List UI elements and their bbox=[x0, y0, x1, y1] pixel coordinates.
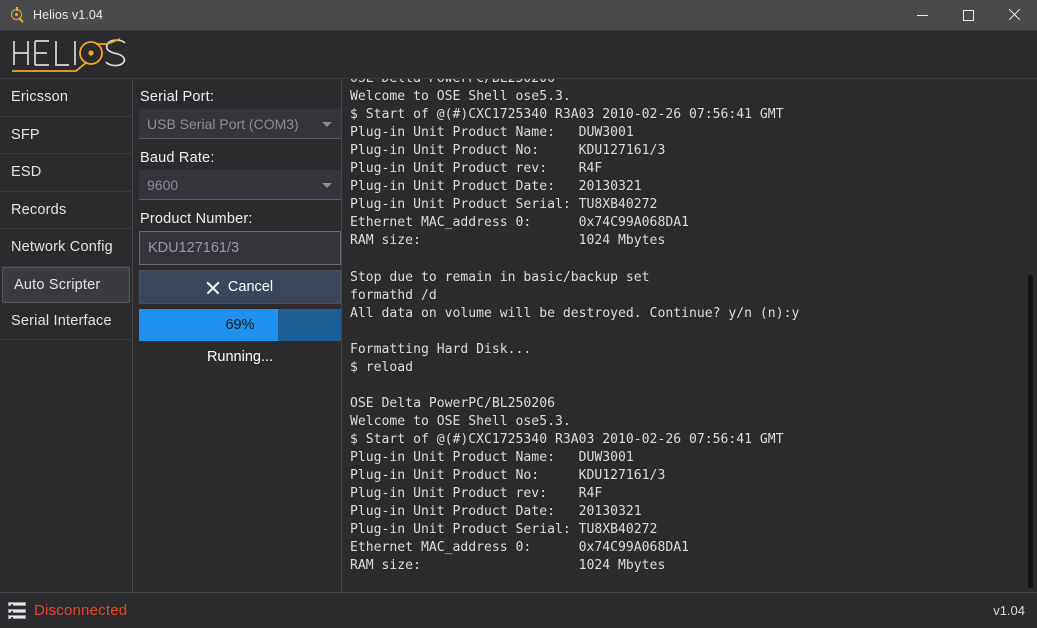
baud-rate-select[interactable]: 9600 bbox=[139, 170, 341, 200]
close-x-icon bbox=[207, 281, 219, 293]
terminal-panel: OSE Delta PowerPC/BL250206Welcome to OSE… bbox=[341, 79, 1037, 592]
sidebar-item-auto-scripter[interactable]: Auto Scripter bbox=[2, 266, 130, 303]
terminal-scrollbar[interactable] bbox=[1023, 79, 1037, 592]
chevron-down-icon bbox=[322, 183, 332, 188]
connection-status: Disconnected bbox=[34, 602, 128, 619]
terminal-line: Plug-in Unit Product Date: 20130321 bbox=[350, 179, 642, 195]
sidebar-item-network-config[interactable]: Network Config bbox=[0, 229, 132, 267]
status-bar: Disconnected v1.04 bbox=[0, 592, 1037, 628]
terminal-line: $ reload bbox=[350, 359, 414, 375]
terminal-line: Plug-in Unit Product No: KDU127161/3 bbox=[350, 143, 666, 159]
helios-logo bbox=[12, 38, 126, 72]
terminal-line: Plug-in Unit Product Serial: TU8XB40272 bbox=[350, 522, 658, 538]
baud-rate-label: Baud Rate: bbox=[140, 150, 215, 166]
terminal-output[interactable]: OSE Delta PowerPC/BL250206Welcome to OSE… bbox=[342, 79, 1023, 592]
run-status-label: Running... bbox=[206, 349, 274, 365]
helios-target-icon bbox=[9, 7, 25, 23]
progress-bar-label: 69% bbox=[225, 317, 255, 333]
control-panel: Serial Port: USB Serial Port (COM3) Baud… bbox=[133, 79, 341, 592]
serial-port-value: USB Serial Port (COM3) bbox=[147, 115, 299, 132]
minimize-icon bbox=[916, 14, 928, 16]
terminal-line: Plug-in Unit Product Serial: TU8XB40272 bbox=[350, 197, 658, 213]
terminal-line: Plug-in Unit Product rev: R4F bbox=[350, 486, 603, 502]
sidebar-item-label: Records bbox=[11, 201, 67, 218]
terminal-line: OSE Delta PowerPC/BL250206 bbox=[350, 395, 555, 411]
terminal-line: $ Start of @(#)CXC1725340 R3A03 2010-02-… bbox=[350, 431, 784, 447]
product-number-input[interactable]: KDU127161/3 bbox=[139, 231, 341, 265]
serial-port-label: Serial Port: bbox=[140, 89, 215, 105]
sidebar-item-records[interactable]: Records bbox=[0, 192, 132, 229]
minimize-button[interactable] bbox=[899, 0, 945, 31]
terminal-line: Plug-in Unit Product Name: DUW3001 bbox=[350, 449, 634, 465]
terminal-line: Ethernet MAC_address 0: 0x74C99A068DA1 bbox=[350, 215, 689, 231]
sidebar-item-esd[interactable]: ESD bbox=[0, 154, 132, 192]
terminal-line: OSE Delta PowerPC/BL250206 bbox=[350, 79, 1023, 88]
server-rack-icon bbox=[8, 602, 26, 619]
main-body: Ericsson SFP ESD Records Network Config … bbox=[0, 78, 1037, 592]
close-button[interactable] bbox=[991, 0, 1037, 31]
maximize-button[interactable] bbox=[945, 0, 991, 31]
application-window: Helios v1.04 Ericsson SFP ESD Records Ne… bbox=[0, 0, 1037, 628]
sidebar-item-label: Auto Scripter bbox=[14, 276, 101, 293]
product-number-value: KDU127161/3 bbox=[148, 240, 240, 256]
terminal-line: Plug-in Unit Product rev: R4F bbox=[350, 161, 603, 177]
terminal-line: All data on volume will be destroyed. Co… bbox=[350, 305, 800, 321]
sidebar-item-serial-interface[interactable]: Serial Interface bbox=[0, 303, 132, 340]
sidebar-item-ericsson[interactable]: Ericsson bbox=[0, 79, 132, 117]
sidebar-item-label: Serial Interface bbox=[11, 312, 112, 329]
sidebar-item-label: ESD bbox=[11, 164, 42, 181]
cancel-button[interactable]: Cancel bbox=[139, 270, 341, 304]
terminal-line: $ Start of @(#)CXC1725340 R3A03 2010-02-… bbox=[350, 107, 784, 123]
terminal-line: Welcome to OSE Shell ose5.3. bbox=[350, 413, 571, 429]
terminal-line: Plug-in Unit Product Name: DUW3001 bbox=[350, 125, 634, 141]
chevron-down-icon bbox=[322, 122, 332, 127]
sidebar-item-label: Ericsson bbox=[11, 89, 69, 106]
title-bar: Helios v1.04 bbox=[0, 0, 1037, 31]
terminal-line: Formatting Hard Disk... bbox=[350, 341, 532, 357]
terminal-line: RAM size: 1024 Mbytes bbox=[350, 233, 666, 249]
version-label: v1.04 bbox=[993, 603, 1025, 618]
window-controls bbox=[899, 0, 1037, 31]
brand-header bbox=[0, 31, 1037, 78]
sidebar-item-label: SFP bbox=[11, 126, 40, 143]
baud-rate-value: 9600 bbox=[147, 176, 179, 193]
close-icon bbox=[1008, 9, 1020, 21]
scrollbar-thumb[interactable] bbox=[1028, 275, 1033, 588]
terminal-line: Stop due to remain in basic/backup set bbox=[350, 269, 650, 285]
progress-bar: 69% bbox=[139, 309, 341, 341]
terminal-line: Welcome to OSE Shell ose5.3. bbox=[350, 89, 571, 105]
product-number-label: Product Number: bbox=[140, 211, 253, 227]
sidebar-item-sfp[interactable]: SFP bbox=[0, 117, 132, 154]
cancel-button-label: Cancel bbox=[227, 279, 274, 295]
sidebar-item-label: Network Config bbox=[11, 239, 113, 256]
terminal-line: Ethernet MAC_address 0: 0x74C99A068DA1 bbox=[350, 540, 689, 556]
terminal-line: formathd /d bbox=[350, 287, 437, 303]
window-title: Helios v1.04 bbox=[33, 8, 103, 22]
terminal-line: Plug-in Unit Product No: KDU127161/3 bbox=[350, 468, 666, 484]
maximize-icon bbox=[962, 9, 974, 21]
serial-port-select[interactable]: USB Serial Port (COM3) bbox=[139, 109, 341, 139]
terminal-line: RAM size: 1024 Mbytes bbox=[350, 558, 666, 574]
sidebar-nav: Ericsson SFP ESD Records Network Config … bbox=[0, 79, 133, 592]
terminal-line: Plug-in Unit Product Date: 20130321 bbox=[350, 504, 642, 520]
